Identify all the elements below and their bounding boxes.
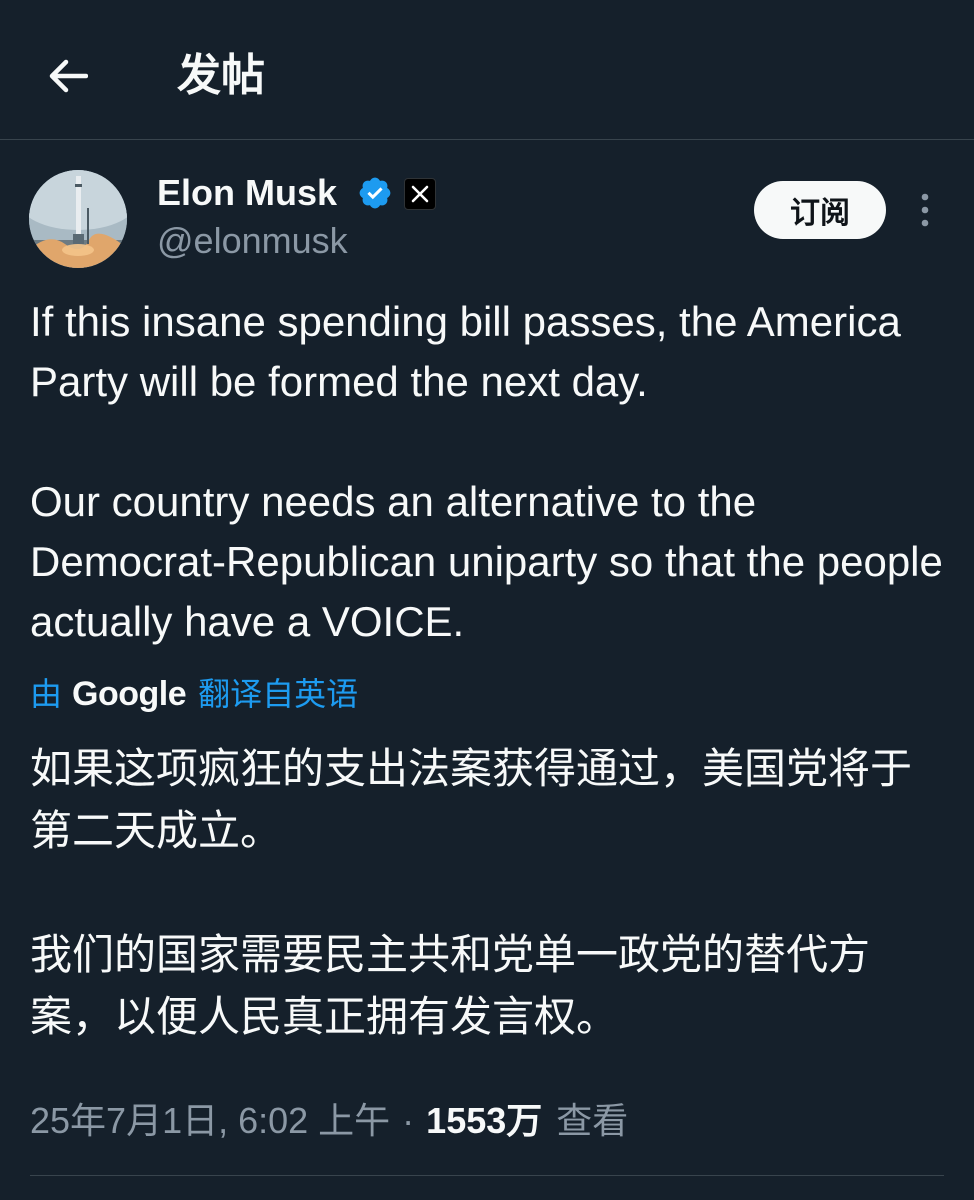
- more-options-button[interactable]: [905, 190, 945, 230]
- post-paragraph: If this insane spending bill passes, the…: [30, 298, 901, 405]
- more-vertical-icon: [921, 193, 929, 227]
- post-paragraph: Our country needs an alternative to the …: [30, 478, 943, 645]
- translated-paragraph: 如果这项疯狂的支出法案获得通过，美国党将于第二天成立。: [30, 745, 913, 854]
- divider: [30, 1175, 944, 1176]
- post-text: If this insane spending bill passes, the…: [30, 292, 950, 652]
- translation-attribution: 由 Google 翻译自英语: [30, 672, 358, 716]
- arrow-left-icon: [49, 59, 88, 93]
- top-bar: 发帖: [0, 0, 974, 140]
- author-name[interactable]: Elon Musk: [157, 170, 337, 216]
- views-label: 查看: [556, 1100, 629, 1141]
- rocket-avatar-image: [29, 170, 127, 268]
- translated-post-text: 如果这项疯狂的支出法案获得通过，美国党将于第二天成立。 我们的国家需要民主共和党…: [30, 738, 940, 1048]
- x-logo-icon: [404, 178, 436, 210]
- translated-paragraph: 我们的国家需要民主共和党单一政党的替代方案，以便人民真正拥有发言权。: [30, 931, 871, 1040]
- google-logo: Google: [72, 675, 187, 713]
- post-timestamp[interactable]: 25年7月1日, 6:02 上午: [30, 1097, 390, 1145]
- translated-from-link[interactable]: 翻译自英语: [198, 672, 358, 716]
- author-handle[interactable]: @elonmusk: [157, 218, 348, 264]
- meta-separator: ·: [402, 1100, 415, 1141]
- translation-by-label: 由: [30, 676, 63, 712]
- page-title: 发帖: [177, 51, 265, 100]
- back-button[interactable]: [38, 48, 98, 104]
- view-count: 1553万: [426, 1100, 543, 1141]
- verified-badge-icon: [359, 177, 391, 209]
- subscribe-button[interactable]: 订阅: [754, 181, 886, 239]
- post-meta: 25年7月1日, 6:02 上午 · 1553万 查看: [30, 1097, 628, 1145]
- avatar[interactable]: [29, 170, 127, 268]
